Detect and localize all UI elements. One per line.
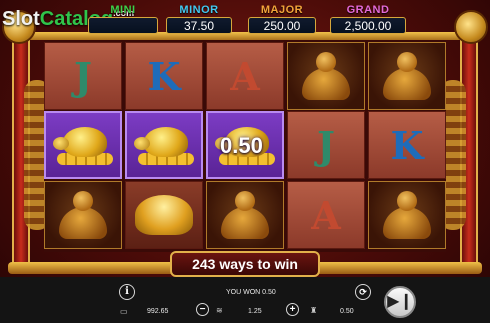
minus-icon: − <box>199 304 206 315</box>
reel-symbol-gold-turtle <box>125 111 203 179</box>
reel-symbol-a: A <box>206 42 284 110</box>
wallet-icon: ▭ <box>120 307 128 316</box>
game-stage: SlotCatalog.com MINI MINOR 37.50 MAJOR 2… <box>0 0 490 323</box>
increase-bet-button[interactable]: + <box>286 303 299 316</box>
spin-button[interactable]: ▶❙ <box>384 286 416 318</box>
reel-symbol-gold-ingot <box>125 181 203 249</box>
spin-icon: ▶❙ <box>387 293 413 310</box>
balance-value: 992.65 <box>147 308 169 315</box>
reel-symbol-buddha <box>206 181 284 249</box>
jackpot-mini-value <box>88 17 158 34</box>
bottom-control-bar <box>0 277 490 323</box>
buddha-icon <box>380 187 434 243</box>
right-dragon-icon <box>454 10 488 44</box>
letter-a-icon: A <box>230 53 260 99</box>
letter-j-icon: J <box>317 122 335 168</box>
bet-value: 1.25 <box>248 308 262 315</box>
reel-symbol-buddha <box>44 181 122 249</box>
info-button[interactable]: i <box>119 284 135 300</box>
reel-symbol-k: K <box>368 111 446 179</box>
reel-symbol-j: J <box>44 42 122 110</box>
reel-symbol-gold-turtle: 0.50 <box>206 111 284 179</box>
jackpot-mini-label: MINI <box>110 4 136 16</box>
autoplay-button[interactable]: ⟳ <box>355 284 371 300</box>
buddha-icon <box>380 48 434 104</box>
reel-symbol-j: J <box>287 111 365 179</box>
reel-symbol-buddha <box>368 181 446 249</box>
jackpot-grand-value: 2,500.00 <box>330 17 406 34</box>
buddha-icon <box>218 187 272 243</box>
letter-k-icon: K <box>147 53 181 99</box>
gold-turtle-icon <box>132 123 196 167</box>
jackpot-minor-label: MINOR <box>179 4 219 16</box>
jackpot-grand: GRAND 2,500.00 <box>330 4 406 36</box>
gold-ingot-icon <box>135 195 193 235</box>
reel-symbol-k: K <box>125 42 203 110</box>
jackpot-minor-value: 37.50 <box>166 17 232 34</box>
letter-k-icon: K <box>390 122 424 168</box>
reel-symbol-a: A <box>287 181 365 249</box>
reel-symbol-gold-turtle <box>44 111 122 179</box>
jackpot-minor: MINOR 37.50 <box>166 4 232 36</box>
jackpot-major: MAJOR 250.00 <box>248 4 316 36</box>
ways-to-win-banner: 243 ways to win <box>170 251 320 277</box>
letter-a-icon: A <box>311 192 341 238</box>
letter-j-icon: J <box>74 53 92 99</box>
you-won-text: YOU WON 0.50 <box>226 289 276 296</box>
info-icon: i <box>125 286 129 297</box>
coin-stack-icon: ≋ <box>216 306 223 315</box>
jackpot-grand-label: GRAND <box>346 4 390 16</box>
autoplay-icon: ⟳ <box>359 287 367 297</box>
buddha-icon <box>56 187 110 243</box>
plus-icon: + <box>289 304 296 315</box>
gold-turtle-icon <box>51 123 115 167</box>
buddha-icon <box>299 48 353 104</box>
turtle-win-value: 0.50 <box>220 133 263 158</box>
trophy-icon: ♜ <box>310 306 318 315</box>
win-value: 0.50 <box>340 308 354 315</box>
reel-symbol-buddha <box>287 42 365 110</box>
reel-symbol-buddha <box>368 42 446 110</box>
jackpot-major-value: 250.00 <box>248 17 316 34</box>
jackpot-mini: MINI <box>88 4 158 36</box>
decrease-bet-button[interactable]: − <box>196 303 209 316</box>
reel-grid: J K A 0.50 J K A <box>44 40 446 252</box>
jackpot-major-label: MAJOR <box>260 4 304 16</box>
